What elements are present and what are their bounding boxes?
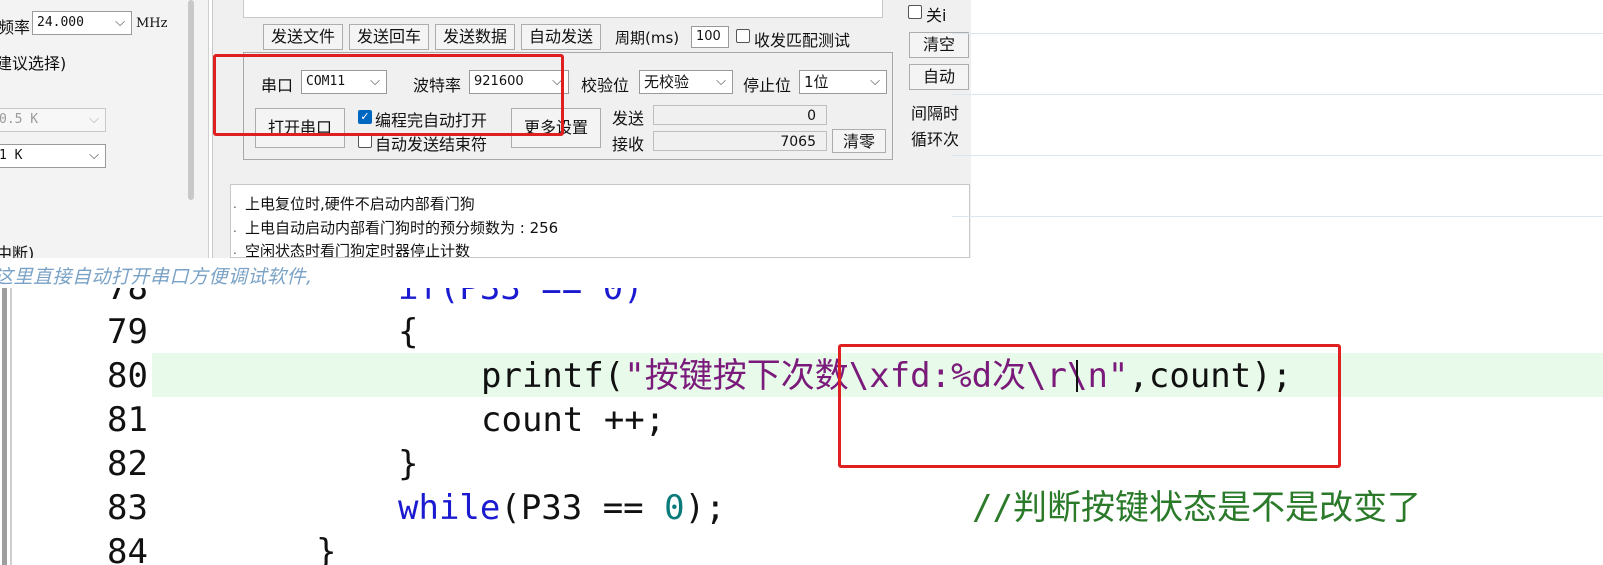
- serial-tool-screenshot: 频率 24.000 ⌵ MHz 建议选择) 0.5 K ⌵ 1 K ⌵ 中断) …: [0, 0, 1603, 258]
- parity-label: 校验位: [581, 76, 630, 95]
- caption-strip: 这里直接自动打开串口方便调试软件,: [0, 258, 1603, 288]
- close-checkbox[interactable]: [908, 5, 922, 19]
- parity-value: 无校验: [644, 73, 690, 91]
- chevron-down-icon: ⌵: [716, 74, 726, 89]
- code-while-keyword: while: [398, 488, 501, 528]
- period-input[interactable]: 100: [691, 26, 729, 48]
- code-printf: printf(: [481, 356, 625, 396]
- bullet-icon: .: [233, 197, 237, 211]
- suggest-label: 建议选择): [0, 54, 67, 73]
- code-line-81: count ++;: [481, 400, 666, 440]
- freq-label: 频率: [0, 18, 31, 37]
- period-label: 周期(ms): [615, 29, 680, 47]
- auto-send-button[interactable]: 自动发送: [521, 24, 601, 50]
- line-number: 81: [107, 400, 148, 440]
- send-count-label: 发送: [612, 109, 645, 128]
- freq-unit: MHz: [136, 16, 168, 31]
- parity-select[interactable]: 无校验 ⌵: [639, 70, 733, 94]
- caption-text: 这里直接自动打开串口方便调试软件,: [0, 266, 313, 288]
- stop-value: 1位: [804, 73, 829, 91]
- code-comment: //判断按键状态是不是改变了: [972, 488, 1421, 528]
- send-enter-button[interactable]: 发送回车: [349, 24, 429, 50]
- loop-partial-label: 循环次: [911, 130, 960, 149]
- prescaler-combo-a[interactable]: 0.5 K ⌵: [0, 108, 106, 132]
- code-while-end: );: [684, 488, 726, 528]
- recv-count-label: 接收: [612, 135, 645, 154]
- interrupt-label: 中断): [0, 244, 35, 258]
- send-file-button[interactable]: 发送文件: [263, 24, 343, 50]
- chevron-down-icon: ⌵: [115, 15, 125, 30]
- stop-label: 停止位: [743, 76, 792, 95]
- stop-select[interactable]: 1位 ⌵: [799, 70, 887, 94]
- code-line-79: {: [398, 312, 419, 352]
- code-while-cond: (P33 ==: [500, 488, 665, 528]
- log-line-1: 上电复位时,硬件不启动内部看门狗: [245, 195, 475, 213]
- code-line-82: }: [398, 444, 419, 484]
- send-data-button[interactable]: 发送数据: [435, 24, 515, 50]
- line-number: 79: [107, 312, 148, 352]
- left-scrollbar[interactable]: [188, 0, 194, 200]
- bullet-icon: .: [233, 243, 237, 257]
- auto-partial-button[interactable]: 自动: [909, 64, 969, 90]
- send-textbox[interactable]: [243, 0, 883, 18]
- match-test-checkbox[interactable]: [736, 29, 750, 43]
- editor-scrollbar[interactable]: [2, 288, 7, 565]
- port-baud-highlight-box: [213, 54, 564, 136]
- freq-value: 24.000: [37, 15, 84, 30]
- match-test-label: 收发匹配测试: [754, 31, 851, 50]
- left-settings-panel: 频率 24.000 ⌵ MHz 建议选择) 0.5 K ⌵ 1 K ⌵ 中断): [0, 0, 209, 258]
- freq-combo[interactable]: 24.000 ⌵: [32, 11, 132, 35]
- send-count-value: 0: [653, 105, 827, 125]
- option-description-box: . 上电复位时,硬件不启动内部看门狗 . 上电自动启动内部看门狗时的预分频数为 …: [230, 184, 970, 258]
- log-line-2: 上电自动启动内部看门狗时的预分频数为 : 256: [245, 219, 559, 237]
- auto-send-end-checkbox[interactable]: [358, 134, 372, 148]
- combo-a-value: 0.5 K: [0, 112, 39, 127]
- line-number: 82: [107, 444, 148, 484]
- combo-b-value: 1 K: [0, 148, 23, 163]
- chevron-down-icon: ⌵: [870, 74, 880, 89]
- editor-divider: [10, 288, 12, 565]
- clear-count-button[interactable]: 清零: [832, 129, 886, 153]
- chevron-down-icon: ⌵: [89, 148, 99, 163]
- line-number: 78: [107, 288, 148, 308]
- line-number: 83: [107, 488, 148, 528]
- code-line-83: while(P33 == 0);: [398, 486, 726, 530]
- recv-count-value: 7065: [653, 131, 827, 151]
- bullet-icon: .: [233, 221, 237, 235]
- line-number: 84: [107, 532, 148, 565]
- clear-partial-button[interactable]: 清空: [909, 32, 969, 58]
- log-line-3: 空闲状态时看门狗定时器停止计数: [245, 242, 471, 258]
- code-number: 0: [664, 488, 685, 528]
- code-editor: 78 79 80 81 82 83 84 if(P33 == 0) { prin…: [0, 288, 1603, 565]
- close-partial-label: 关i: [926, 6, 947, 25]
- chevron-down-icon: ⌵: [89, 112, 99, 127]
- format-string-highlight-box: [838, 344, 1341, 468]
- line-number: 80: [107, 356, 148, 396]
- code-line-84: }: [316, 532, 337, 565]
- code-line-78: if(P33 == 0): [398, 288, 644, 308]
- prescaler-combo-b[interactable]: 1 K ⌵: [0, 144, 106, 168]
- interval-partial-label: 间隔时: [911, 104, 960, 123]
